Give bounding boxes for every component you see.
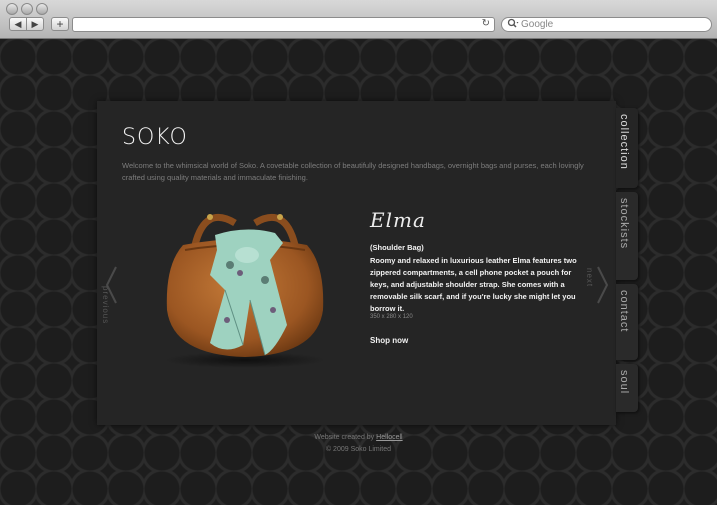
address-bar[interactable]: ↻: [72, 17, 495, 32]
product-image: [155, 205, 335, 370]
search-field[interactable]: Google: [501, 17, 712, 32]
tab-label: contact: [618, 290, 630, 333]
shop-now-link[interactable]: Shop now: [370, 336, 408, 345]
back-button[interactable]: ◀: [9, 17, 27, 31]
reload-icon[interactable]: ↻: [482, 18, 490, 29]
close-window-button[interactable]: [6, 3, 18, 15]
next-button[interactable]: next: [585, 268, 594, 287]
product-description: Roomy and relaxed in luxurious leather E…: [370, 256, 577, 313]
intro-text: Welcome to the whimsical world of Soko. …: [122, 161, 584, 182]
tab-collection[interactable]: collection: [616, 108, 638, 188]
tab-label: soul: [618, 370, 630, 395]
back-icon: ◀: [14, 18, 22, 29]
minimize-window-button[interactable]: [21, 3, 33, 15]
tab-contact[interactable]: contact: [616, 284, 638, 360]
add-bookmark-button[interactable]: +: [51, 17, 69, 31]
forward-button[interactable]: ▶: [26, 17, 44, 31]
creator-link[interactable]: Hellocell: [376, 434, 402, 441]
search-placeholder: Google: [521, 19, 554, 30]
footer-credit-prefix: Website created by: [314, 434, 377, 441]
footer-copyright: © 2009 Soko Limited: [325, 446, 392, 453]
tab-soul[interactable]: soul: [616, 364, 638, 412]
plus-icon: +: [56, 17, 64, 31]
product-type: (Shoulder Bag): [370, 243, 424, 252]
product-name: Elma: [370, 208, 426, 232]
tab-stockists[interactable]: stockists: [616, 192, 638, 280]
tab-label: collection: [618, 114, 630, 170]
footer-credit: Website created by Hellocell: [0, 434, 717, 441]
tab-label: stockists: [618, 198, 630, 250]
search-icon: [507, 18, 519, 31]
forward-icon: ▶: [31, 18, 39, 29]
product-dimensions: 350 x 280 x 120: [370, 314, 413, 320]
next-arrow-icon[interactable]: [596, 265, 610, 305]
previous-button[interactable]: previous: [101, 286, 110, 324]
zoom-window-button[interactable]: [36, 3, 48, 15]
site-logo[interactable]: SOKO: [122, 125, 188, 150]
browser-toolbar: ◀ ▶ + ↻ Google: [0, 0, 717, 39]
